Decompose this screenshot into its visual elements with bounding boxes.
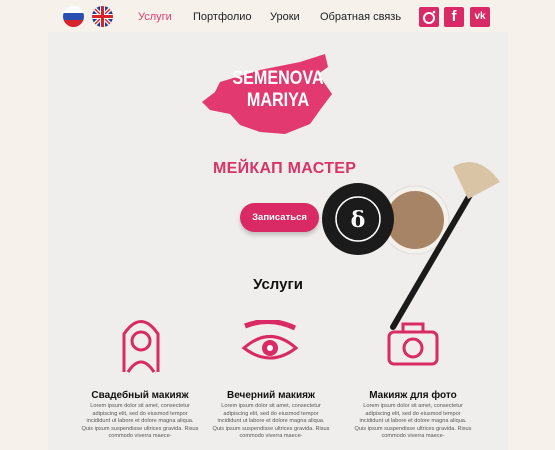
vk-icon[interactable]: vk — [470, 7, 490, 27]
camera-icon — [387, 322, 439, 366]
logo[interactable]: SEMENOVA MARIYA — [231, 68, 325, 112]
header: Услуги Портфолио Уроки Обратная связь f … — [0, 0, 555, 32]
logo-line2: MARIYA — [246, 90, 310, 111]
service-wedding: Свадебный макияж Lorem ipsum dolor sit a… — [80, 390, 200, 441]
service-title: Вечерний макияж — [226, 390, 316, 401]
eye-icon — [241, 320, 299, 360]
service-text: Lorem ipsum dolor sit amet, consectetur … — [354, 403, 472, 440]
uk-flag-icon[interactable] — [92, 6, 113, 27]
service-photo: Макияж для фото Lorem ipsum dolor sit am… — [353, 390, 473, 441]
service-text: Lorem ipsum dolor sit amet, consectetur … — [81, 403, 199, 440]
bride-icon — [122, 320, 160, 373]
service-evening: Вечерний макияж Lorem ipsum dolor sit am… — [211, 390, 331, 441]
service-text: Lorem ipsum dolor sit amet, consectetur … — [212, 403, 330, 440]
logo-line1: SEMENOVA — [232, 68, 324, 89]
svg-text:δ: δ — [351, 207, 366, 233]
nav-feedback[interactable]: Обратная связь — [320, 11, 401, 23]
service-title: Свадебный макияж — [91, 390, 189, 401]
services-heading: Услуги — [253, 276, 303, 293]
cosmetics-image: δ — [322, 162, 500, 330]
facebook-icon[interactable]: f — [444, 7, 464, 27]
signup-button[interactable]: Записаться — [240, 203, 319, 232]
ru-flag-icon[interactable] — [63, 6, 84, 27]
nav-lessons[interactable]: Уроки — [270, 11, 300, 23]
service-title: Макияж для фото — [369, 390, 457, 401]
nav-services[interactable]: Услуги — [138, 11, 172, 23]
instagram-icon[interactable] — [419, 7, 439, 27]
nav-portfolio[interactable]: Портфолио — [193, 11, 252, 23]
main-panel: SEMENOVA MARIYA МЕЙКАП МАСТЕР Записаться… — [48, 32, 508, 450]
